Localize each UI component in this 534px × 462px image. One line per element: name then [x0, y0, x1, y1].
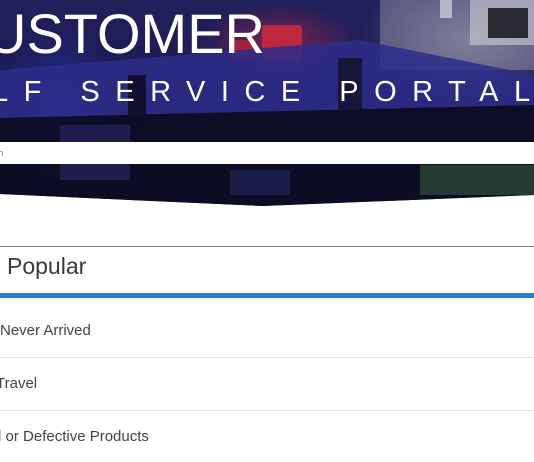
hero-title: USTOMER [0, 2, 265, 65]
section-divider [0, 246, 534, 247]
search-input[interactable] [0, 142, 534, 164]
popular-heading: Popular [7, 253, 87, 279]
search-bar [0, 142, 534, 164]
popular-link-defective-products[interactable]: d or Defective Products [0, 428, 149, 445]
popular-list: Never Arrived Travel d or Defective Prod… [0, 305, 534, 462]
popular-item-travel[interactable]: Travel [0, 358, 534, 411]
popular-item-defective-products[interactable]: d or Defective Products [0, 411, 534, 462]
hero-subtitle: LF SERVICE PORTAL [0, 76, 534, 108]
popular-link-never-arrived[interactable]: Never Arrived [0, 322, 91, 339]
hero-banner: USTOMER LF SERVICE PORTAL [0, 0, 534, 206]
popular-link-travel[interactable]: Travel [0, 375, 37, 392]
portal-page: USTOMER LF SERVICE PORTAL Popular Never … [0, 0, 534, 462]
popular-accent-bar [0, 293, 534, 298]
popular-item-never-arrived[interactable]: Never Arrived [0, 305, 534, 358]
